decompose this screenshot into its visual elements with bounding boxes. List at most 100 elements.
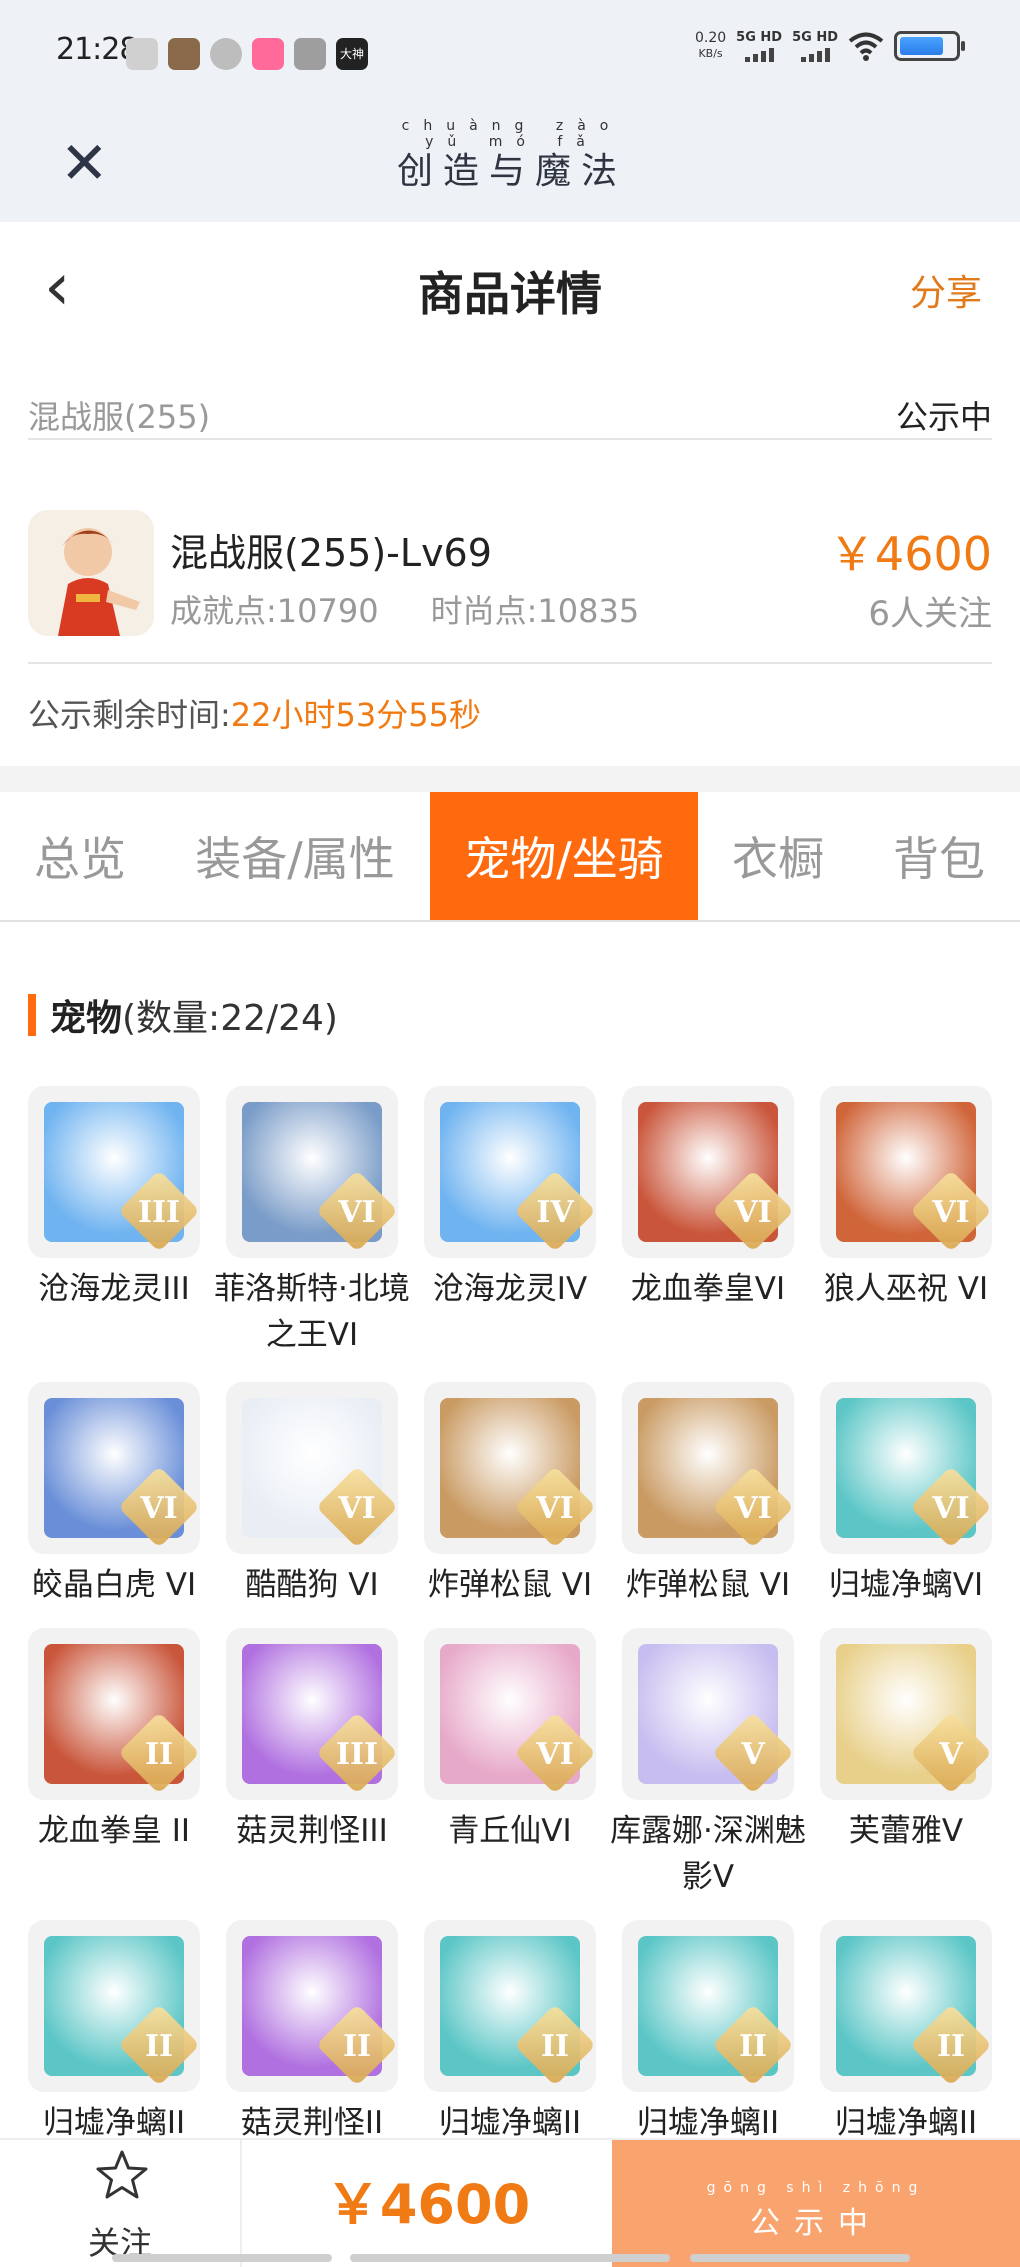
pet-item[interactable]: II 归墟净螭II <box>28 1920 200 2146</box>
gamepad-icon <box>294 38 326 70</box>
pet-thumbnail: VI <box>820 1382 992 1554</box>
home-indicator <box>350 2254 670 2262</box>
pet-name: 沧海龙灵IV <box>432 1271 588 1307</box>
star-icon <box>96 2150 148 2199</box>
pet-grade: V <box>939 1737 963 1772</box>
pet-grade: VI <box>734 1195 772 1230</box>
pet-thumbnail: VI <box>424 1382 596 1554</box>
public-status-button[interactable]: gōng shì zhōng 公示中 <box>612 2140 1020 2267</box>
pet-thumbnail: V <box>622 1628 794 1800</box>
pet-thumbnail: II <box>226 1920 398 2092</box>
pet-item[interactable]: III 菇灵荆怪III <box>226 1628 398 1854</box>
pet-grade: II <box>144 1737 174 1772</box>
server-row: 混战服(255) 公示中 <box>28 380 992 440</box>
network-speed: 0.20 KB/s <box>694 30 727 60</box>
pet-grade: VI <box>734 1491 772 1526</box>
section-divider <box>0 766 1020 792</box>
pet-thumbnail: VI <box>226 1086 398 1258</box>
dashen-icon: 大神 <box>336 38 368 70</box>
item-stats: 成就点:10790 时尚点:10835 <box>170 586 691 632</box>
pet-item[interactable]: II 菇灵荆怪II <box>226 1920 398 2146</box>
pet-thumbnail: III <box>28 1086 200 1258</box>
pet-item[interactable]: VI 狼人巫祝 VI <box>820 1086 992 1312</box>
pet-name: 龙血拳皇 II <box>37 1813 191 1849</box>
home-indicator <box>690 2254 910 2262</box>
pet-item[interactable]: VI 青丘仙VI <box>424 1628 596 1854</box>
follow-button[interactable]: 关注 <box>0 2140 242 2267</box>
pet-item[interactable]: II 归墟净螭II <box>424 1920 596 2146</box>
status-bar: 21:28 大神 0.20 KB/s 5G HD 5G HD <box>0 0 1020 110</box>
pet-thumbnail: II <box>622 1920 794 2092</box>
pet-item[interactable]: II 归墟净螭II <box>622 1920 794 2146</box>
pet-item[interactable]: VI 炸弹松鼠 VI <box>424 1382 596 1608</box>
pet-grade: II <box>342 2029 372 2064</box>
pet-item[interactable]: II 归墟净螭II <box>820 1920 992 2146</box>
signal-sim1-icon: 5G HD <box>736 30 782 62</box>
item-card[interactable]: 混战服(255)-Lv69 成就点:10790 时尚点:10835 ￥4600 6… <box>28 482 992 664</box>
pet-thumbnail: VI <box>226 1382 398 1554</box>
section-accent-bar <box>28 994 36 1036</box>
pet-grade: II <box>540 2029 570 2064</box>
pet-item[interactable]: IV 沧海龙灵IV <box>424 1086 596 1312</box>
pet-item[interactable]: III 沧海龙灵III <box>28 1086 200 1312</box>
close-icon[interactable]: ✕ <box>60 128 109 198</box>
fashion-points: 时尚点:10835 <box>430 592 640 630</box>
pet-thumbnail: VI <box>622 1382 794 1554</box>
bottom-bar: 关注 ￥4600 gōng shì zhōng 公示中 <box>0 2138 1020 2267</box>
pet-grade: VI <box>338 1195 376 1230</box>
pet-thumbnail: II <box>28 1920 200 2092</box>
home-indicator <box>112 2254 332 2262</box>
pet-item[interactable]: VI 龙血拳皇VI <box>622 1086 794 1312</box>
pet-item[interactable]: V 芙蕾雅V <box>820 1628 992 1854</box>
remaining-time: 公示剩余时间:22小时53分55秒 <box>28 696 481 734</box>
pet-thumbnail: IV <box>424 1086 596 1258</box>
pet-thumbnail: VI <box>424 1628 596 1800</box>
pet-grade: IV <box>536 1195 574 1230</box>
tab-overview[interactable]: 总览 <box>0 792 160 920</box>
pet-name: 菇灵荆怪III <box>236 1813 388 1849</box>
character-avatar <box>28 510 154 636</box>
wechat-icon <box>126 38 158 70</box>
tab-equipment[interactable]: 装备/属性 <box>160 792 430 920</box>
achievement-points: 成就点:10790 <box>170 592 379 630</box>
pet-name: 炸弹松鼠 VI <box>625 1567 791 1603</box>
pet-name: 青丘仙VI <box>448 1813 572 1849</box>
pet-name: 芙蕾雅V <box>848 1813 964 1849</box>
pet-grade: V <box>741 1737 765 1772</box>
tab-pets-mounts[interactable]: 宠物/坐骑 <box>430 792 698 920</box>
page-title: 商品详情 <box>418 267 602 321</box>
pet-item[interactable]: VI 菲洛斯特·北境之王VI <box>214 1086 410 1358</box>
tab-wardrobe[interactable]: 衣橱 <box>698 792 858 920</box>
pet-grade: VI <box>932 1195 970 1230</box>
status-indicators: 0.20 KB/s 5G HD 5G HD <box>694 30 965 62</box>
tab-backpack[interactable]: 背包 <box>858 792 1020 920</box>
pet-item[interactable]: VI 皎晶白虎 VI <box>28 1382 200 1608</box>
pet-name: 狼人巫祝 VI <box>823 1271 989 1307</box>
pet-item[interactable]: V 库露娜·深渊魅影V <box>610 1628 806 1900</box>
wifi-icon <box>848 32 884 61</box>
pet-item[interactable]: VI 炸弹松鼠 VI <box>622 1382 794 1608</box>
bilibili-icon <box>252 38 284 70</box>
pet-thumbnail: VI <box>622 1086 794 1258</box>
pet-item[interactable]: VI 归墟净螭VI <box>820 1382 992 1608</box>
remaining-time-value: 22小时53分55秒 <box>230 696 481 734</box>
pet-grade: VI <box>932 1491 970 1526</box>
pet-grade: II <box>738 2029 768 2064</box>
chat-bubble-icon <box>210 38 242 70</box>
pet-grade: II <box>936 2029 966 2064</box>
brand-logo: chuàng zào yǔ mó fǎ 创造与魔法 <box>396 118 627 192</box>
pet-thumbnail: II <box>424 1920 596 2092</box>
page-header: ‹ 商品详情 分享 <box>0 222 1020 352</box>
pet-item[interactable]: VI 酷酷狗 VI <box>226 1382 398 1608</box>
bottom-price: ￥4600 <box>325 2173 531 2236</box>
tab-bar: 总览 装备/属性 宠物/坐骑 衣橱 背包 <box>0 792 1020 922</box>
share-button[interactable]: 分享 <box>910 264 982 316</box>
pets-section-title: 宠物 (数量:22/24) <box>28 990 338 1040</box>
pet-grade: III <box>335 1737 379 1772</box>
pet-name: 菲洛斯特·北境之王VI <box>214 1271 410 1353</box>
signal-sim2-icon: 5G HD <box>792 30 838 62</box>
pet-name: 沧海龙灵III <box>38 1271 190 1307</box>
item-price: ￥4600 <box>828 527 992 581</box>
pet-item[interactable]: II 龙血拳皇 II <box>28 1628 200 1854</box>
pet-thumbnail: II <box>28 1628 200 1800</box>
